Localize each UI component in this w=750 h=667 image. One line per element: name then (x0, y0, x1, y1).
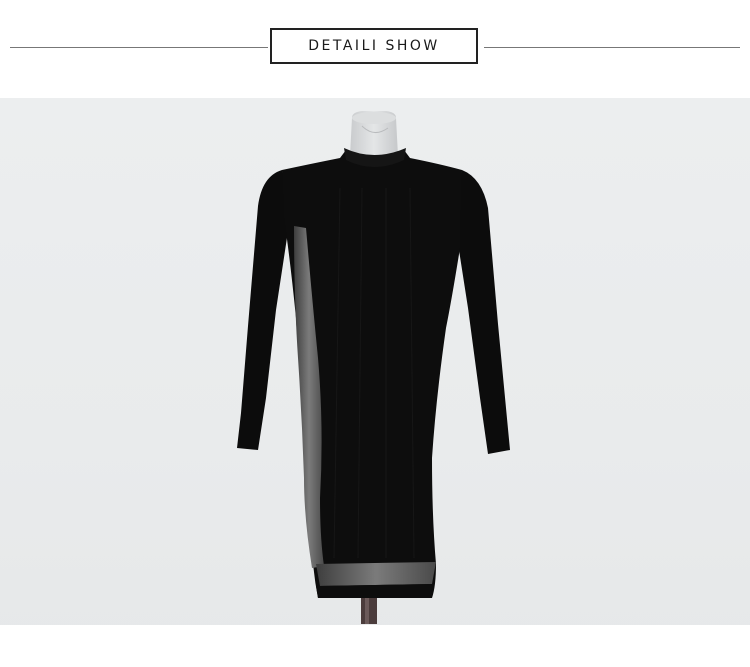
right-sleeve (454, 170, 510, 454)
mannequin-neck-top (352, 112, 396, 124)
product-photo (0, 98, 750, 667)
section-title: DETAILI SHOW (308, 38, 440, 54)
section-header: DETAILI SHOW (0, 0, 750, 98)
header-rule-left (10, 47, 268, 48)
detail-page: DETAILI SHOW (0, 0, 750, 667)
bottom-margin (0, 625, 750, 667)
left-sleeve (237, 170, 290, 450)
header-rule-right (484, 47, 740, 48)
dress-illustration (237, 111, 510, 624)
hem-trim (316, 562, 436, 586)
section-title-box: DETAILI SHOW (270, 28, 478, 64)
